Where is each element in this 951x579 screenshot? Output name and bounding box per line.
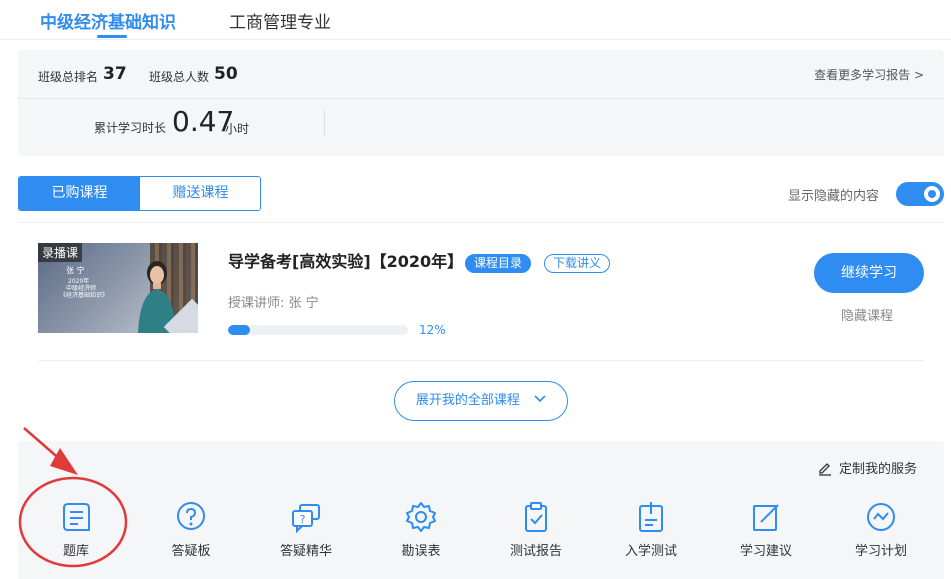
- study-advice-icon: [753, 504, 779, 531]
- course-thumbnail[interactable]: 录播课 张 宁 2020年 中级经济师 《经济基础知识》: [38, 243, 198, 333]
- study-hours-label: 累计学习时长: [94, 121, 167, 135]
- thumb-subject: 《经济基础知识》: [60, 292, 109, 299]
- service-study-advice[interactable]: 学习建议: [716, 500, 816, 559]
- course-catalog-button[interactable]: 课程目录: [465, 254, 532, 273]
- service-label: 答疑精华: [279, 544, 332, 559]
- active-tab-underline: [97, 35, 127, 38]
- course-progress-bar: [228, 325, 408, 335]
- divider: [38, 360, 924, 361]
- service-errata[interactable]: 勘误表: [371, 500, 471, 559]
- course-progress-fill: [228, 325, 250, 335]
- expand-all-courses-button[interactable]: 展开我的全部课程: [394, 381, 568, 421]
- tab-purchased-courses[interactable]: 已购课程: [19, 177, 140, 210]
- service-label: 测试报告: [509, 544, 562, 559]
- chevron-down-icon: [534, 395, 546, 403]
- course-title[interactable]: 导学备考[高效实验]【2020年】: [228, 248, 463, 272]
- svg-text:?: ?: [300, 513, 306, 526]
- show-hidden-label: 显示隐藏的内容: [788, 189, 880, 204]
- service-label: 学习计划: [854, 544, 907, 559]
- qa-highlights-icon: ?: [292, 504, 320, 534]
- recorded-course-badge: 录播课: [38, 243, 83, 262]
- edit-pencil-icon: [819, 463, 831, 476]
- expand-all-courses-label: 展开我的全部课程: [415, 393, 520, 408]
- rank-label: 班级总排名: [38, 70, 99, 84]
- service-label: 题库: [62, 544, 89, 559]
- more-report-link[interactable]: 查看更多学习报告 >: [814, 66, 924, 83]
- study-plan-icon: [867, 503, 895, 531]
- customize-service-label: 定制我的服务: [839, 462, 918, 477]
- continue-study-button[interactable]: 继续学习: [814, 253, 924, 293]
- stats-vertical-divider: [324, 110, 325, 136]
- top-tabs: 中级经济基础知识 工商管理专业: [0, 0, 951, 40]
- course-tabs: 已购课程 赠送课程: [18, 176, 261, 211]
- service-question-bank[interactable]: 题库: [26, 500, 126, 559]
- divider: [18, 222, 944, 223]
- hide-course-link[interactable]: 隐藏课程: [841, 305, 893, 324]
- service-qa-highlights[interactable]: ? 答疑精华: [256, 500, 356, 559]
- rank-value: 37: [103, 64, 127, 84]
- total-label: 班级总人数: [149, 70, 210, 84]
- service-label: 入学测试: [624, 544, 677, 559]
- stats-panel: 班级总排名 37 班级总人数 50 查看更多学习报告 > 累计学习时长 0.47…: [18, 50, 944, 156]
- customize-service-link[interactable]: 定制我的服务: [817, 458, 917, 477]
- errata-gear-icon: [406, 502, 436, 532]
- toggle-knob: [924, 186, 940, 202]
- service-label: 答疑板: [171, 544, 211, 559]
- service-label: 勘误表: [401, 544, 441, 559]
- show-hidden-toggle[interactable]: [896, 182, 944, 206]
- study-hours-unit: 小时: [225, 122, 250, 136]
- service-study-plan[interactable]: 学习计划: [831, 500, 931, 559]
- question-bank-icon: [63, 503, 90, 531]
- service-entrance-test[interactable]: 入学测试: [601, 500, 701, 559]
- tab-economics-basics[interactable]: 中级经济基础知识: [40, 8, 176, 33]
- service-label: 学习建议: [739, 544, 792, 559]
- course-progress-label: 12%: [419, 323, 446, 337]
- qa-board-icon: [177, 502, 205, 530]
- lecturer-info: 授课讲师: 张 宁: [228, 296, 319, 311]
- entrance-test-icon: [639, 502, 663, 532]
- stats-divider: [18, 98, 944, 99]
- tab-business-management[interactable]: 工商管理专业: [229, 8, 331, 33]
- total-value: 50: [214, 64, 238, 84]
- download-notes-button[interactable]: 下载讲义: [544, 254, 611, 273]
- service-test-report[interactable]: 测试报告: [486, 500, 586, 559]
- tab-gifted-courses[interactable]: 赠送课程: [140, 177, 260, 210]
- service-qa-board[interactable]: 答疑板: [141, 500, 241, 559]
- thumb-teacher: 张 宁: [66, 266, 85, 275]
- test-report-icon: [525, 502, 547, 532]
